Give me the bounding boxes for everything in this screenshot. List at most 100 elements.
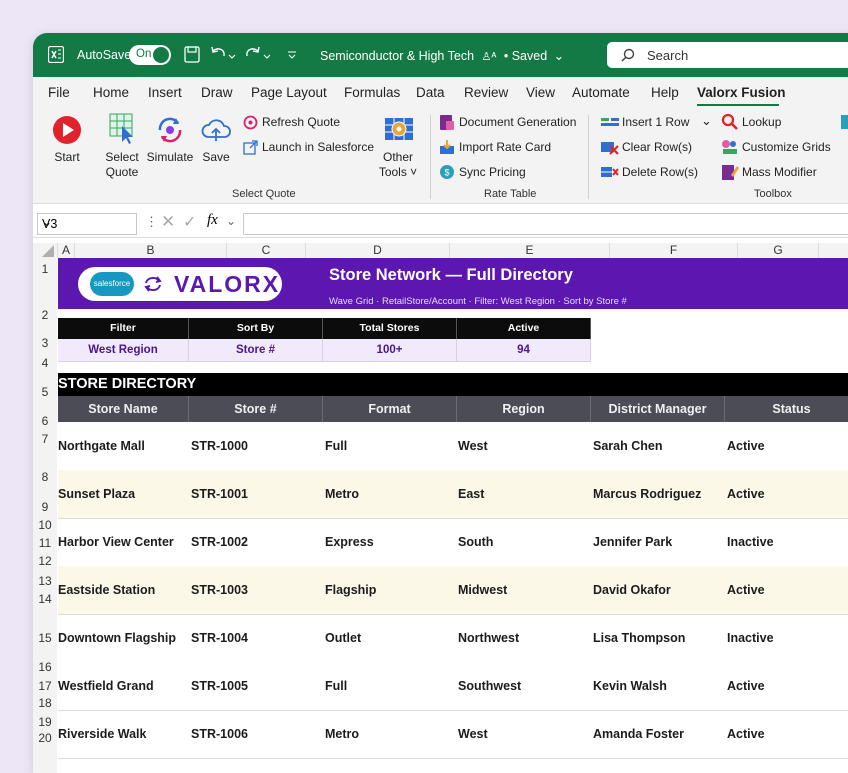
column-header-g[interactable]: G [738,243,819,258]
col-status[interactable]: Status [725,396,848,422]
store-number-cell[interactable]: STR-1006 [191,727,248,741]
col-store-name[interactable]: Store Name [58,396,189,422]
save-icon[interactable] [184,46,200,63]
active-value[interactable]: 94 [457,339,591,362]
district-manager-cell[interactable]: Amanda Foster [593,727,684,741]
refresh-quote-button[interactable]: Refresh Quote [262,115,340,129]
col-format[interactable]: Format [323,396,457,422]
table-row[interactable]: Riverside Walk STR-1006 Metro West Amand… [58,710,848,759]
name-box[interactable]: V3 ⌄ [37,213,137,235]
column-header-d[interactable]: D [306,243,450,258]
formula-input[interactable] [243,213,848,235]
region-cell[interactable]: South [458,535,493,549]
sync-pricing-button[interactable]: Sync Pricing [459,165,526,179]
customize-grids-button[interactable]: Customize Grids [742,140,831,154]
ribbon-overflow-icon[interactable] [841,115,848,129]
mass-modifier-button[interactable]: Mass Modifier [742,165,817,179]
select-all-corner[interactable] [33,243,58,258]
row-header-10[interactable]: 10 [33,518,57,532]
col-district-manager[interactable]: District Manager [591,396,725,422]
table-row[interactable]: Harbor View Center STR-1002 Express Sout… [58,518,848,567]
sort-by-value[interactable]: Store # [189,339,323,362]
insert-row-dropdown-chevron-icon[interactable]: ⌄ [701,113,712,129]
row-header-8[interactable]: 8 [33,470,57,484]
store-name-cell[interactable]: Eastside Station [58,583,155,597]
row-header-1[interactable]: 1 [33,262,57,276]
district-manager-cell[interactable]: Lisa Thompson [593,631,685,645]
select-quote-icon[interactable] [108,112,136,146]
simulate-icon[interactable] [154,114,186,146]
format-cell[interactable]: Metro [325,727,359,741]
redo-icon[interactable] [245,46,271,63]
row-header-12[interactable]: 12 [33,554,57,568]
search-box[interactable]: Search [607,42,848,68]
row-header-3[interactable]: 3 [33,336,57,350]
col-store-number[interactable]: Store # [189,396,323,422]
table-row[interactable]: Sunset Plaza STR-1001 Metro East Marcus … [58,470,848,519]
document-generation-button[interactable]: Document Generation [459,115,576,129]
status-cell[interactable]: Active [727,583,765,597]
row-header-5[interactable]: 5 [33,385,57,399]
column-header-b[interactable]: B [75,243,227,258]
lookup-button[interactable]: Lookup [742,115,781,129]
format-cell[interactable]: Full [325,679,347,693]
status-cell[interactable]: Inactive [727,535,774,549]
import-rate-card-button[interactable]: Import Rate Card [459,140,551,154]
store-number-cell[interactable]: STR-1001 [191,487,248,501]
start-button[interactable]: Start [49,150,85,165]
menu-help[interactable]: Help [651,85,679,100]
column-header-h[interactable] [819,243,848,258]
region-cell[interactable]: West [458,439,488,453]
table-row[interactable]: Eastside Station STR-1003 Flagship Midwe… [58,566,848,615]
format-cell[interactable]: Full [325,439,347,453]
column-header-c[interactable]: C [227,243,306,258]
other-tools-button[interactable]: Other Tools ˅ [373,150,423,180]
excel-icon[interactable] [48,46,64,63]
menu-home[interactable]: Home [93,85,129,100]
delete-rows-button[interactable]: Delete Row(s) [622,165,698,179]
more-options-icon[interactable]: ⋮ [145,214,158,230]
menu-valorx-fusion[interactable]: Valorx Fusion [697,85,786,100]
row-header-13[interactable]: 13 [33,574,57,588]
simulate-button[interactable]: Simulate [145,150,195,165]
autosave-toggle[interactable]: On [129,45,171,65]
menu-file[interactable]: File [48,85,70,100]
status-cell[interactable]: Active [727,439,765,453]
launch-in-salesforce-button[interactable]: Launch in Salesforce [262,140,374,154]
table-row[interactable]: Westfield Grand STR-1005 Full Southwest … [58,662,848,711]
filter-value[interactable]: West Region [58,339,189,362]
region-cell[interactable]: East [458,487,484,501]
row-header-20[interactable]: 20 [33,731,57,745]
row-header-2[interactable]: 2 [33,308,57,322]
status-cell[interactable]: Active [727,727,765,741]
region-cell[interactable]: Midwest [458,583,507,597]
store-number-cell[interactable]: STR-1003 [191,583,248,597]
row-header-4[interactable]: 4 [33,356,57,370]
district-manager-cell[interactable]: David Okafor [593,583,671,597]
format-cell[interactable]: Metro [325,487,359,501]
menu-formulas[interactable]: Formulas [344,85,400,100]
store-name-cell[interactable]: Riverside Walk [58,727,146,741]
document-title[interactable]: Semiconductor & High Tech ♙ᴬ • Saved ⌄ [320,48,564,63]
menu-review[interactable]: Review [464,85,508,100]
menu-automate[interactable]: Automate [572,85,630,100]
region-cell[interactable]: Southwest [458,679,521,693]
row-header-18[interactable]: 18 [33,696,57,710]
table-row[interactable]: Northgate Mall STR-1000 Full West Sarah … [58,422,848,471]
cloud-upload-icon[interactable] [200,115,232,145]
menu-page-layout[interactable]: Page Layout [251,85,327,100]
column-header-a[interactable]: A [58,243,75,258]
menu-draw[interactable]: Draw [201,85,233,100]
format-cell[interactable]: Outlet [325,631,361,645]
other-tools-icon[interactable] [383,114,415,144]
row-header-14[interactable]: 14 [33,592,57,606]
store-number-cell[interactable]: STR-1002 [191,535,248,549]
store-name-cell[interactable]: Downtown Flagship [58,631,176,645]
status-cell[interactable]: Active [727,487,765,501]
format-cell[interactable]: Flagship [325,583,376,597]
total-stores-value[interactable]: 100+ [323,339,457,362]
store-number-cell[interactable]: STR-1004 [191,631,248,645]
row-header-16[interactable]: 16 [33,660,57,674]
store-name-cell[interactable]: Harbor View Center [58,535,174,549]
menu-data[interactable]: Data [416,85,445,100]
